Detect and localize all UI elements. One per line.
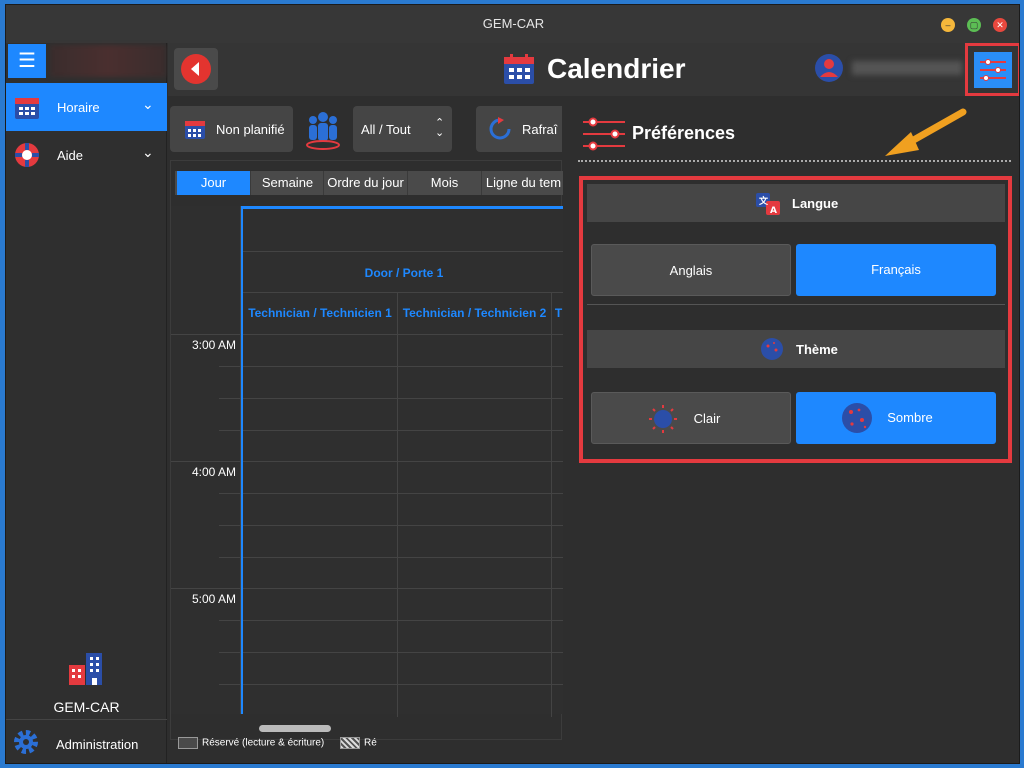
sidebar: ☰ Horaire ⌄ Aide ⌄ GEM-CAR Administratio… [6, 43, 167, 763]
sidebar-item-horaire[interactable]: Horaire ⌄ [6, 83, 167, 131]
time-label: 5:00 AM [191, 592, 236, 606]
chevron-down-icon: ⌄ [142, 96, 154, 112]
tab-mois[interactable]: Mois [408, 171, 482, 195]
time-column: 3:00 AM 4:00 AM 5:00 AM [171, 206, 241, 714]
building-icon [69, 653, 102, 685]
legend-reserved: Réservé (lecture & écriture) [178, 737, 324, 749]
sliders-icon [980, 59, 1006, 81]
preferences-button[interactable] [965, 43, 1019, 96]
app-window: GEM-CAR – ▢ ✕ ☰ Horaire ⌄ Aide ⌄ GEM-CAR… [5, 4, 1020, 764]
calendar-icon [504, 54, 534, 84]
updown-icon: ⌃ ⌄ [435, 117, 445, 139]
legend-label: Ré [364, 737, 377, 749]
theme-heading: Thème [796, 342, 838, 357]
title-bar: GEM-CAR – ▢ ✕ [6, 5, 1019, 43]
door-header: Door / Porte 1 [243, 251, 565, 293]
horizontal-scrollbar[interactable] [259, 725, 331, 732]
svg-text:A: A [770, 206, 777, 216]
sidebar-item-label: Horaire [57, 100, 100, 115]
company-logo [50, 45, 166, 77]
calendar-icon [15, 98, 39, 119]
language-heading: Langue [792, 196, 839, 211]
tab-semaine[interactable]: Semaine [252, 171, 324, 195]
brand-name: GEM-CAR [53, 699, 120, 715]
calendar-view: Jour Semaine Ordre du jour Mois Ligne du… [170, 160, 565, 740]
language-section-header: 文 A Langue [587, 184, 1005, 222]
technician-header: Technician / Technicien 1 [243, 293, 398, 333]
time-label: 4:00 AM [191, 465, 236, 479]
svg-text:文: 文 [758, 195, 769, 207]
theme-option-clair[interactable]: Clair [591, 392, 791, 444]
filter-select[interactable]: All / Tout ⌃ ⌄ [353, 106, 452, 152]
back-button[interactable] [174, 48, 218, 90]
divider [578, 160, 1011, 162]
close-icon[interactable]: ✕ [993, 18, 1007, 32]
pointer-arrow-icon [885, 108, 967, 156]
legend-partial: Ré [340, 737, 377, 749]
preferences-title: Préférences [632, 123, 736, 143]
option-label: Clair [693, 411, 721, 426]
sidebar-item-aide[interactable]: Aide ⌄ [6, 131, 167, 179]
time-label: 3:00 AM [191, 338, 236, 352]
user-avatar-icon[interactable] [814, 53, 844, 83]
back-arrow-icon [181, 54, 211, 84]
window-title: GEM-CAR [482, 16, 545, 31]
theme-section-header: Thème [587, 330, 1005, 368]
minimize-icon[interactable]: – [941, 18, 955, 32]
maximize-icon[interactable]: ▢ [967, 18, 981, 32]
calendar-icon [185, 121, 205, 139]
technician-header: Technician / Technicien 2 [398, 293, 552, 333]
user-name [852, 61, 962, 75]
legend-label: Réservé (lecture & écriture) [202, 737, 325, 749]
option-label: Anglais [669, 263, 713, 278]
menu-icon[interactable]: ☰ [8, 44, 46, 78]
sidebar-item-administration[interactable]: Administration [6, 719, 167, 763]
refresh-button[interactable]: Rafraî [476, 106, 562, 152]
filter-value: All / Tout [361, 122, 411, 137]
resource-columns: Door / Porte 1 Technician / Technicien 1… [241, 206, 565, 717]
tab-timeline[interactable]: Ligne du tem [482, 171, 565, 195]
lifebuoy-icon [15, 143, 39, 167]
header: Calendrier [168, 43, 1019, 96]
gear-icon [14, 730, 38, 754]
chevron-down-icon: ⌄ [142, 144, 154, 160]
refresh-label: Rafraî [522, 122, 558, 137]
language-option-anglais[interactable]: Anglais [591, 244, 791, 296]
unplanned-button[interactable]: Non planifié [170, 106, 293, 152]
legend-swatch [340, 737, 360, 749]
theme-option-sombre[interactable]: Sombre [796, 392, 996, 444]
legend-swatch [178, 737, 198, 749]
schedule-grid: 3:00 AM 4:00 AM 5:00 AM Door / Porte 1 T… [171, 206, 565, 717]
sidebar-item-label: Administration [56, 737, 139, 752]
tab-jour[interactable]: Jour [177, 171, 251, 195]
sidebar-item-label: Aide [57, 148, 84, 163]
team-icon[interactable] [303, 109, 343, 153]
language-option-francais[interactable]: Français [796, 244, 996, 296]
preferences-highlight-box: 文 A Langue Anglais Français Thème Clair … [579, 176, 1012, 463]
preferences-panel: Préférences 文 A Langue Anglais Français [563, 96, 1019, 763]
sliders-icon [583, 117, 625, 151]
translate-icon: 文 A [756, 193, 780, 216]
moon-icon [761, 338, 783, 360]
unplanned-label: Non planifié [216, 122, 285, 137]
page-title: Calendrier [547, 53, 686, 84]
tab-ordre-du-jour[interactable]: Ordre du jour [324, 171, 408, 195]
option-label: Français [871, 262, 921, 277]
refresh-icon [489, 117, 511, 140]
view-tabs: Jour Semaine Ordre du jour Mois Ligne du… [175, 171, 565, 195]
option-label: Sombre [887, 410, 933, 425]
